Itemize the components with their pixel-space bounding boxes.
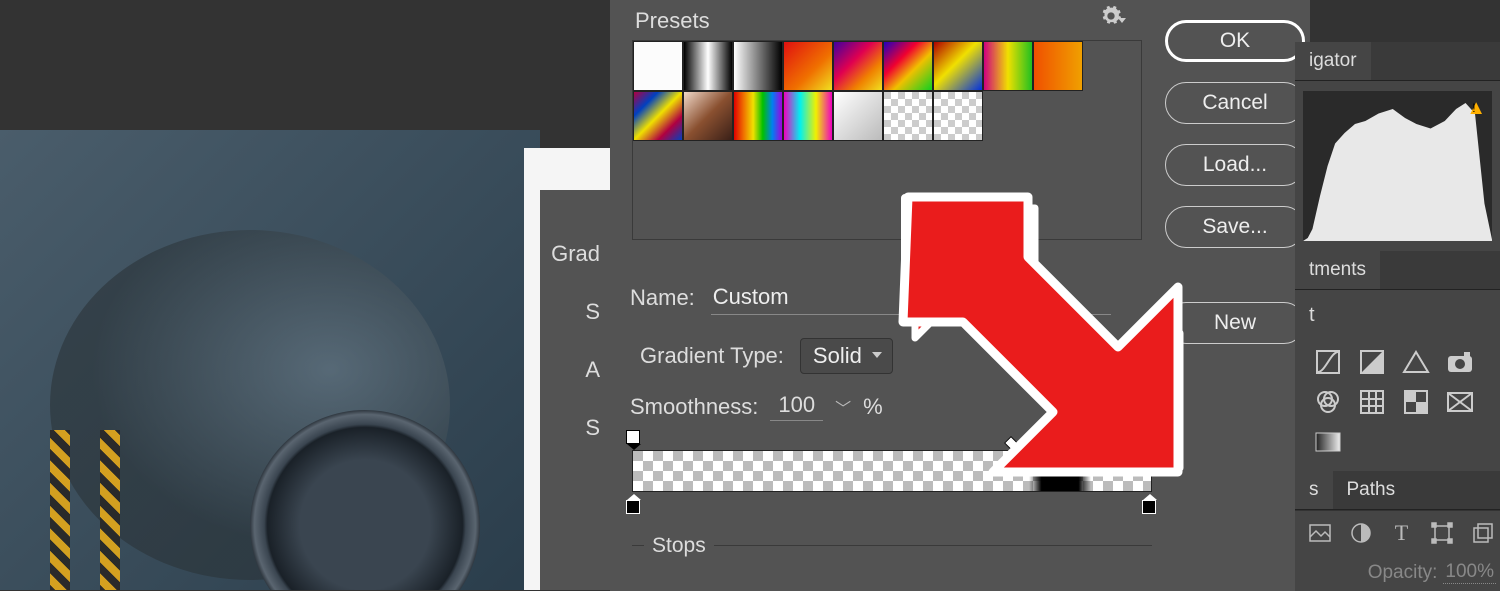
transform-icon[interactable] xyxy=(1431,521,1454,545)
preset-swatch[interactable] xyxy=(1033,41,1083,91)
photo-filter-icon[interactable] xyxy=(1445,349,1475,375)
label-partial: S xyxy=(540,399,600,457)
new-button[interactable]: New xyxy=(1165,302,1305,344)
preset-swatch[interactable] xyxy=(683,91,733,141)
preset-swatch[interactable] xyxy=(633,91,683,141)
gradient-fill-panel-partial: Grad S A S xyxy=(540,190,610,590)
type-icon[interactable]: T xyxy=(1390,521,1413,545)
preset-swatch[interactable] xyxy=(983,41,1033,91)
preset-swatch[interactable] xyxy=(933,41,983,91)
warning-icon[interactable]: ▲! xyxy=(1466,97,1486,120)
gear-icon[interactable] xyxy=(1100,5,1122,33)
opacity-stop[interactable] xyxy=(626,430,642,448)
color-stop[interactable] xyxy=(1142,494,1158,512)
tab-layers-partial[interactable]: s xyxy=(1295,471,1333,509)
preset-swatch[interactable] xyxy=(883,91,933,141)
preset-swatch[interactable] xyxy=(783,41,833,91)
histogram-panel[interactable]: ▲! xyxy=(1303,91,1492,241)
color-balance-icon[interactable] xyxy=(1313,389,1343,415)
opacity-midpoint[interactable] xyxy=(1004,436,1018,450)
chevron-down-icon[interactable]: ﹀ xyxy=(835,395,851,419)
stops-heading: Stops xyxy=(644,534,714,557)
preset-swatch[interactable] xyxy=(933,91,983,141)
opacity-row: Opacity: 100% xyxy=(1295,551,1500,584)
exposure-icon[interactable] xyxy=(1357,349,1387,375)
preset-swatch[interactable] xyxy=(733,41,783,91)
gradient-opaque-region xyxy=(1029,451,1091,491)
adjustment-layer-icon[interactable] xyxy=(1350,521,1373,545)
opacity-stop[interactable] xyxy=(1032,430,1048,448)
presets-heading: Presets xyxy=(635,8,710,34)
tab-navigator[interactable]: igator xyxy=(1295,42,1371,80)
invert-icon[interactable] xyxy=(1445,389,1475,415)
name-label: Name: xyxy=(630,285,695,311)
preset-swatch[interactable] xyxy=(783,91,833,141)
cancel-button[interactable]: Cancel xyxy=(1165,82,1305,124)
gradient-bar[interactable] xyxy=(632,450,1152,492)
preset-swatch[interactable] xyxy=(633,41,683,91)
preset-swatch[interactable] xyxy=(833,91,883,141)
gradient-map-icon[interactable] xyxy=(1313,429,1343,455)
smoothness-unit: % xyxy=(863,394,883,420)
canvas-decor xyxy=(50,430,70,590)
preset-label-partial: t xyxy=(1295,290,1500,331)
tab-paths[interactable]: Paths xyxy=(1333,471,1410,509)
image-icon[interactable] xyxy=(1309,521,1332,545)
gradient-type-select[interactable]: Solid xyxy=(800,338,893,374)
ok-button[interactable]: OK xyxy=(1165,20,1305,62)
channel-mixer-icon[interactable] xyxy=(1401,389,1431,415)
load-button[interactable]: Load... xyxy=(1165,144,1305,186)
preset-swatch[interactable] xyxy=(833,41,883,91)
document-canvas[interactable] xyxy=(0,130,540,590)
smoothness-input[interactable]: 100 xyxy=(770,392,823,421)
gradient-type-label: Gradient Type: xyxy=(640,343,784,369)
right-panel-stack: igator ▲! tments t s Paths T Opacity: 10… xyxy=(1295,42,1500,591)
preset-swatch[interactable] xyxy=(683,41,733,91)
layers-footer: T xyxy=(1295,510,1500,551)
adjustments-icon-grid xyxy=(1295,331,1500,465)
tab-adjustments[interactable]: tments xyxy=(1295,251,1380,289)
gradient-type-value: Solid xyxy=(813,343,862,368)
opacity-midpoint[interactable] xyxy=(1124,436,1138,450)
presets-grid xyxy=(632,40,1142,240)
label-partial: S xyxy=(540,283,600,341)
name-input[interactable] xyxy=(711,280,1111,315)
gradient-preview[interactable] xyxy=(632,450,1152,492)
color-stop[interactable] xyxy=(626,494,642,512)
canvas-decor xyxy=(250,410,480,590)
smoothness-label: Smoothness: xyxy=(630,394,758,420)
duplicate-icon[interactable] xyxy=(1471,521,1494,545)
panel-tab-row: igator xyxy=(1295,42,1500,81)
opacity-stop[interactable] xyxy=(1061,430,1077,448)
opacity-label: Opacity: xyxy=(1368,562,1438,584)
save-button[interactable]: Save... xyxy=(1165,206,1305,248)
curves-icon[interactable] xyxy=(1313,349,1343,375)
preset-swatch[interactable] xyxy=(733,91,783,141)
canvas-decor xyxy=(100,430,120,590)
opacity-stop[interactable] xyxy=(1142,430,1158,448)
preset-swatch[interactable] xyxy=(883,41,933,91)
label-gradient-partial: Grad xyxy=(540,225,600,283)
opacity-value[interactable]: 100% xyxy=(1443,561,1496,584)
opacity-stop[interactable] xyxy=(1090,430,1106,448)
label-partial: A xyxy=(540,341,600,399)
stops-section: Stops xyxy=(632,545,1152,588)
pattern-icon[interactable] xyxy=(1357,389,1387,415)
gradient-editor-dialog: Presets Name: Gradien xyxy=(610,0,1310,591)
vibrance-icon[interactable] xyxy=(1401,349,1431,375)
